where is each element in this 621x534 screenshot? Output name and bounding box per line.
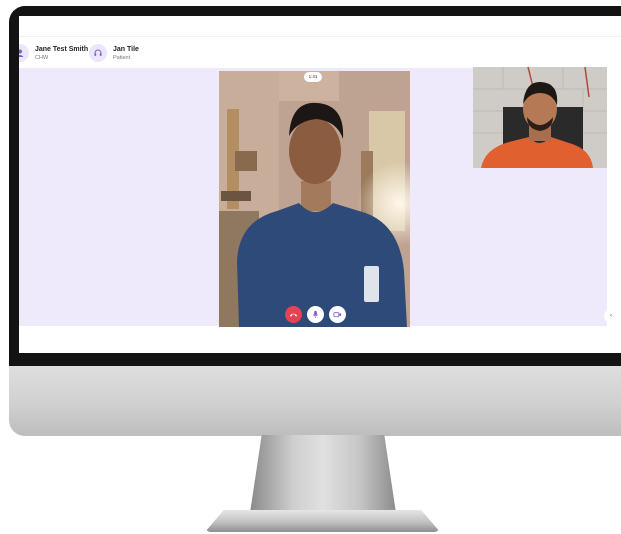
participant-role: Patient [113,54,131,61]
app-screen: Jane Test Smith CHW Jan Tile Patient 1:4… [19,16,621,353]
self-view-video [473,67,607,168]
participant-patient[interactable]: Jan Tile Patient [89,44,139,62]
remote-video-image [219,71,410,327]
avatar [19,44,29,62]
participant-chw[interactable]: Jane Test Smith CHW [19,44,88,62]
participant-name: Jane Test Smith [35,45,89,53]
mute-button[interactable] [307,306,324,323]
end-call-button[interactable] [285,306,302,323]
call-timer: 1:41 [304,72,322,82]
chevron-left-icon: ‹ [610,313,612,319]
user-icon [19,49,24,57]
remote-video-feed [219,71,410,327]
video-camera-icon [333,312,342,318]
self-view-image [473,67,607,168]
monitor-stand-neck [250,435,396,513]
side-panel-toggle[interactable]: ‹ [604,309,618,323]
side-panel-edge [607,68,621,326]
headset-icon [94,49,102,56]
avatar [89,44,107,62]
microphone-icon [312,310,319,319]
camera-toggle-button[interactable] [329,306,346,323]
participant-name: Jan Tile [113,45,139,53]
monitor-chin [9,366,621,436]
phone-hangup-icon [289,313,298,317]
call-controls [285,306,346,323]
participant-role: CHW [35,54,49,61]
monitor-stand-base [205,510,440,532]
